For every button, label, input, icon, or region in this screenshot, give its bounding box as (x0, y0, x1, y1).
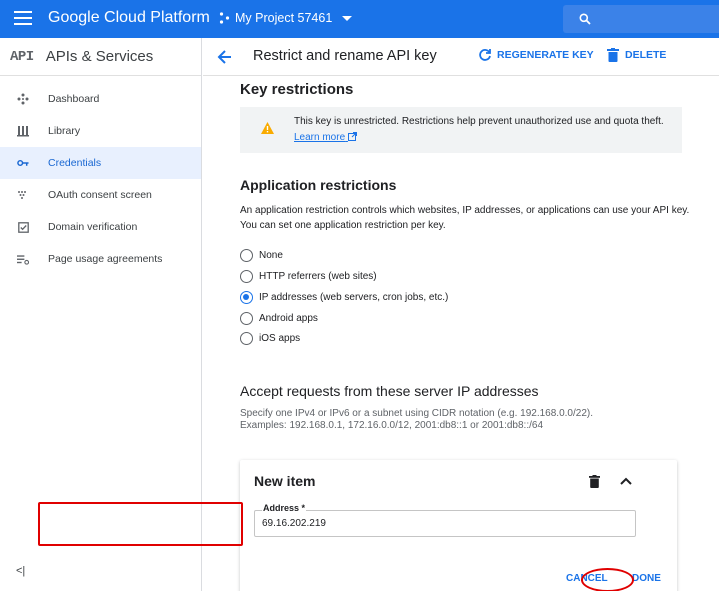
dropdown-caret-icon (342, 15, 353, 21)
sidebar-item-label: Library (48, 125, 81, 137)
consent-icon (17, 189, 29, 201)
radio-label: Android apps (259, 312, 318, 324)
learn-more-link[interactable]: Learn more (294, 132, 357, 143)
sidebar-nav: Dashboard Library Credentials OAuth cons… (0, 83, 201, 275)
collapse-sidebar-button[interactable]: <| (16, 565, 25, 577)
hamburger-menu-icon[interactable] (14, 11, 32, 25)
application-restrictions-desc-2: You can set one application restriction … (240, 220, 446, 231)
back-arrow-icon[interactable] (217, 49, 233, 65)
top-app-bar: Google Cloud Platform My Project 57461 (0, 0, 719, 38)
sidebar-item-page-usage[interactable]: Page usage agreements (0, 243, 201, 275)
radio-ip-addresses[interactable]: IP addresses (web servers, cron jobs, et… (240, 289, 448, 305)
project-dots-icon (219, 12, 230, 24)
radio-button-selected[interactable] (240, 290, 253, 304)
sidebar-item-label: OAuth consent screen (48, 189, 152, 201)
delete-label: DELETE (625, 49, 667, 61)
sidebar-title: APIs & Services (45, 48, 154, 65)
sidebar-item-credentials[interactable]: Credentials (0, 147, 201, 179)
delete-button[interactable]: DELETE (607, 48, 666, 62)
external-link-icon (347, 132, 357, 141)
radio-button[interactable] (240, 248, 253, 262)
settings-list-icon (17, 253, 29, 265)
library-icon (17, 125, 29, 137)
search-input[interactable] (563, 5, 719, 33)
delete-trash-icon (607, 48, 619, 62)
accept-requests-desc-2: Examples: 192.168.0.1, 172.16.0.0/12, 20… (240, 420, 544, 431)
sidebar: API APIs & Services Dashboard Library Cr… (0, 38, 202, 591)
regenerate-key-label: REGENERATE KEY (497, 49, 594, 61)
new-item-card: New item Address * 69.16.202.219 CANCEL … (240, 460, 677, 591)
key-icon (17, 157, 29, 169)
card-title: New item (254, 473, 316, 489)
chevron-up-icon[interactable] (620, 477, 632, 485)
address-field[interactable]: Address * 69.16.202.219 (254, 503, 636, 537)
brand-title[interactable]: Google Cloud Platform (48, 9, 210, 27)
search-icon (579, 13, 591, 25)
radio-http-referrers[interactable]: HTTP referrers (web sites) (240, 268, 377, 284)
cancel-button[interactable]: CANCEL (566, 573, 608, 584)
accept-requests-desc-1: Specify one IPv4 or IPv6 or a subnet usi… (240, 408, 593, 419)
radio-none[interactable]: None (240, 247, 283, 263)
accept-requests-heading: Accept requests from these server IP add… (240, 383, 539, 399)
unrestricted-notice: This key is unrestricted. Restrictions h… (240, 107, 682, 153)
radio-label: HTTP referrers (web sites) (259, 270, 377, 282)
radio-android-apps[interactable]: Android apps (240, 310, 318, 326)
radio-label: None (259, 249, 283, 261)
radio-button[interactable] (240, 269, 253, 283)
sidebar-item-label: Credentials (48, 157, 102, 169)
sidebar-item-label: Page usage agreements (48, 253, 163, 265)
sidebar-item-dashboard[interactable]: Dashboard (0, 83, 201, 115)
done-button[interactable]: DONE (632, 573, 661, 584)
application-restrictions-heading: Application restrictions (240, 177, 397, 193)
learn-more-label: Learn more (294, 132, 346, 143)
sidebar-item-oauth-consent[interactable]: OAuth consent screen (0, 179, 201, 211)
application-restrictions-desc-1: An application restriction controls whic… (240, 205, 690, 216)
regenerate-key-button[interactable]: REGENERATE KEY (478, 48, 594, 62)
sidebar-item-label: Dashboard (48, 93, 100, 105)
sidebar-item-library[interactable]: Library (0, 115, 201, 147)
radio-button[interactable] (240, 331, 253, 345)
api-badge: API (10, 48, 34, 65)
sidebar-header: API APIs & Services (0, 38, 201, 76)
radio-label: IP addresses (web servers, cron jobs, et… (259, 291, 449, 303)
refresh-icon (479, 49, 491, 61)
key-restrictions-heading: Key restrictions (240, 81, 354, 98)
address-label: Address * (262, 503, 307, 513)
main-content: Key restrictions This key is unrestricte… (203, 77, 719, 591)
sidebar-item-label: Domain verification (48, 221, 138, 233)
notice-text: This key is unrestricted. Restrictions h… (294, 116, 664, 127)
page-header: Restrict and rename API key REGENERATE K… (203, 38, 719, 76)
warning-icon (261, 122, 274, 134)
radio-label: iOS apps (259, 332, 301, 344)
address-value[interactable]: 69.16.202.219 (262, 518, 326, 529)
checkbox-icon (17, 221, 29, 233)
dashboard-icon (17, 93, 29, 105)
sidebar-item-domain-verification[interactable]: Domain verification (0, 211, 201, 243)
page-title: Restrict and rename API key (253, 48, 437, 64)
project-name: My Project 57461 (235, 11, 333, 25)
project-selector[interactable]: My Project 57461 (219, 11, 353, 25)
radio-ios-apps[interactable]: iOS apps (240, 330, 300, 346)
trash-icon[interactable] (589, 475, 600, 488)
radio-button[interactable] (240, 311, 253, 325)
